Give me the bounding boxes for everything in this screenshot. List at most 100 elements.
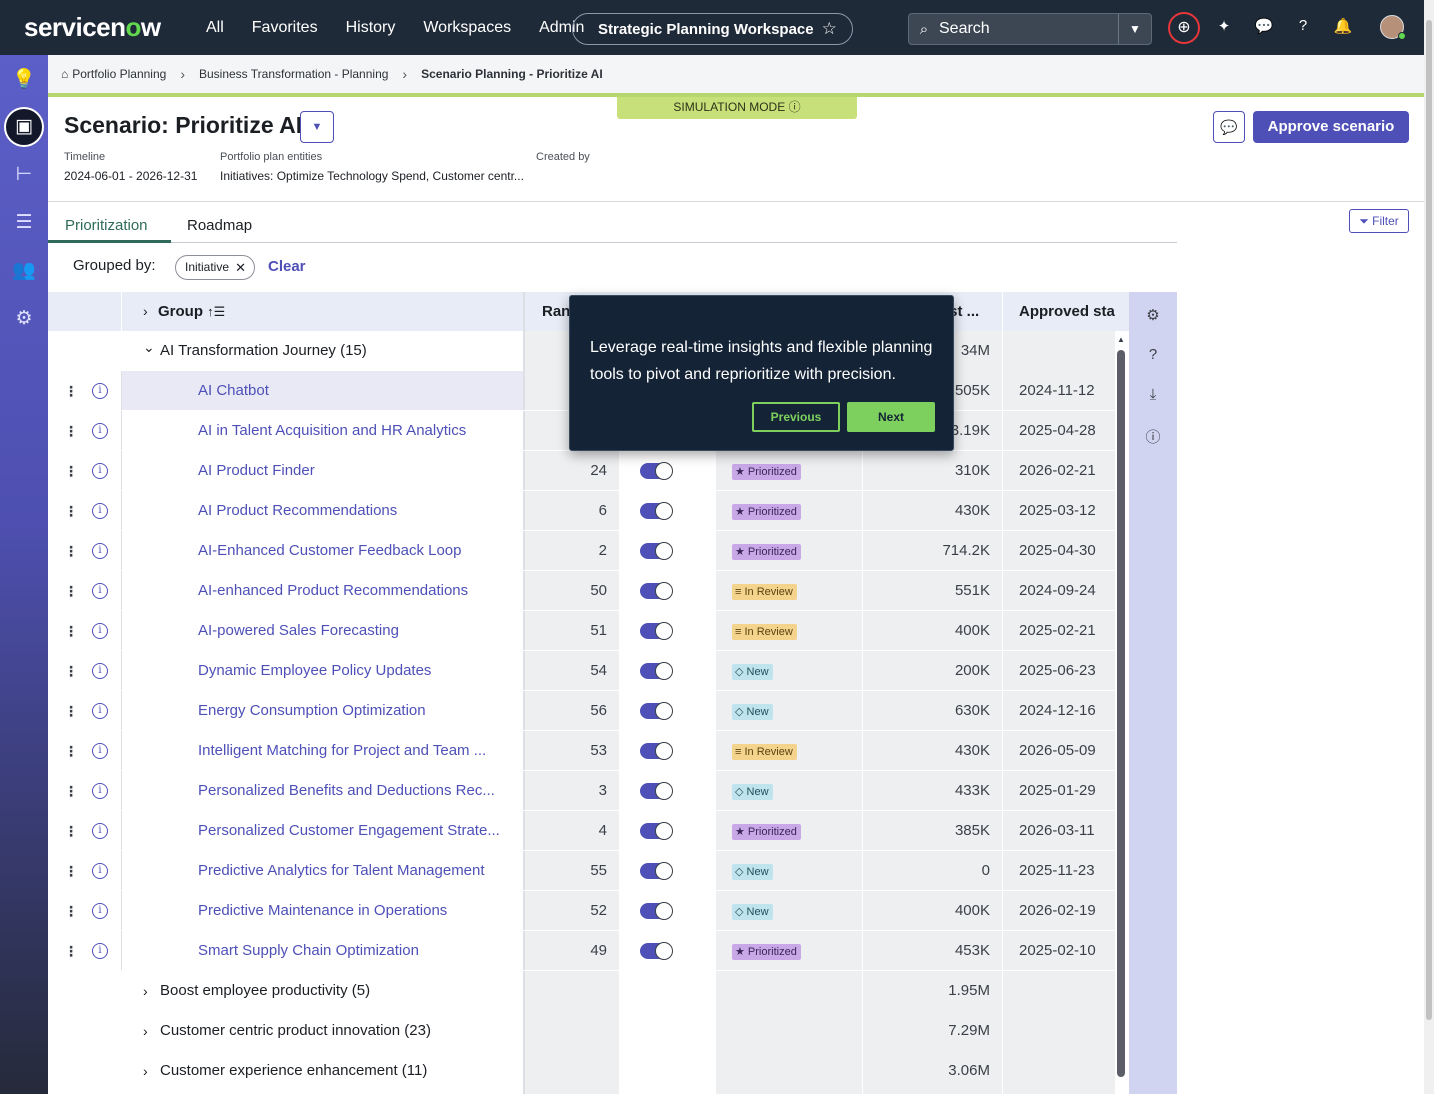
info-icon[interactable]: i [92, 783, 108, 799]
kebab-menu-icon[interactable]: ⋮ [64, 891, 78, 931]
grid-scrollbar[interactable] [1117, 350, 1125, 1077]
include-toggle[interactable] [640, 542, 673, 560]
info-icon[interactable]: ⓘ [1129, 426, 1177, 447]
include-toggle[interactable] [640, 742, 673, 760]
chevron-right-icon[interactable]: › [143, 1051, 148, 1091]
info-icon[interactable]: i [92, 423, 108, 439]
table-row[interactable]: ⋮ i Dynamic Employee Policy Updates 54 ◇ New… [48, 651, 1129, 691]
sparkle-icon[interactable]: ✦ [1213, 17, 1235, 35]
include-toggle[interactable] [640, 862, 673, 880]
kebab-menu-icon[interactable]: ⋮ [64, 571, 78, 611]
initiative-name-link[interactable]: AI-Enhanced Customer Feedback Loop [198, 531, 510, 571]
kebab-menu-icon[interactable]: ⋮ [64, 371, 78, 411]
kebab-menu-icon[interactable]: ⋮ [64, 491, 78, 531]
close-icon[interactable]: ✕ [235, 256, 246, 279]
info-icon[interactable]: i [92, 663, 108, 679]
table-row[interactable]: ⋮ i Energy Consumption Optimization 56 ◇ New… [48, 691, 1129, 731]
kebab-menu-icon[interactable]: ⋮ [64, 771, 78, 811]
table-row[interactable]: ⋮ i AI-Enhanced Customer Feedback Loop 2 ★ P… [48, 531, 1129, 571]
group-row[interactable]: › Boost employee productivity (5) 1.95M [48, 971, 1129, 1011]
info-icon[interactable]: i [92, 903, 108, 919]
initiative-name-link[interactable]: Intelligent Matching for Project and Tea… [198, 731, 510, 771]
include-toggle[interactable] [640, 622, 673, 640]
kebab-menu-icon[interactable]: ⋮ [64, 531, 78, 571]
group-row[interactable]: › Customer experience enhancement (11) 3.0… [48, 1051, 1129, 1091]
include-toggle[interactable] [640, 462, 673, 480]
column-header-approved-start[interactable]: Approved sta [1019, 292, 1115, 331]
help-icon[interactable]: ? [1292, 17, 1314, 34]
table-row[interactable]: ⋮ i Personalized Benefits and Deductions R… [48, 771, 1129, 811]
info-icon[interactable]: i [92, 543, 108, 559]
table-row[interactable]: ⋮ i AI Product Finder 24 ★ Prioritized 310K 20… [48, 451, 1129, 491]
chevron-right-icon[interactable]: › [143, 1011, 148, 1051]
group-row[interactable]: › Customer centric product innovation (23… [48, 1011, 1129, 1051]
initiative-name-link[interactable]: AI Chatbot [198, 371, 510, 411]
nav-favorites[interactable]: Favorites [252, 19, 318, 37]
search-input[interactable]: Search [939, 20, 1118, 38]
initiative-name-link[interactable]: AI Product Recommendations [198, 491, 510, 531]
star-icon[interactable]: ☆ [822, 19, 837, 39]
initiative-name-link[interactable]: Predictive Maintenance in Operations [198, 891, 510, 931]
info-icon[interactable]: i [92, 583, 108, 599]
next-button[interactable]: Next [847, 402, 935, 432]
table-row[interactable]: ⋮ i Predictive Maintenance in Operations 52… [48, 891, 1129, 931]
workspace-title-pill[interactable]: Strategic Planning Workspace ☆ [572, 13, 853, 45]
kebab-menu-icon[interactable]: ⋮ [64, 451, 78, 491]
include-toggle[interactable] [640, 822, 673, 840]
info-icon[interactable]: i [92, 383, 108, 399]
nav-history[interactable]: History [346, 19, 396, 37]
filter-button[interactable]: ⏷ Filter [1349, 209, 1409, 233]
include-toggle[interactable] [640, 942, 673, 960]
previous-button[interactable]: Previous [752, 402, 840, 432]
sort-icon[interactable]: ↑☰ [207, 304, 225, 319]
scenario-dropdown-button[interactable]: ▼ [300, 111, 334, 143]
servicenow-logo[interactable]: servicenow [24, 12, 161, 43]
info-icon[interactable]: i [92, 623, 108, 639]
include-toggle[interactable] [640, 582, 673, 600]
initiative-name-link[interactable]: AI in Talent Acquisition and HR Analytic… [198, 411, 510, 451]
breadcrumb-portfolio-planning[interactable]: Portfolio Planning [72, 67, 166, 81]
kebab-menu-icon[interactable]: ⋮ [64, 611, 78, 651]
tab-roadmap[interactable]: Roadmap [187, 217, 252, 234]
kebab-menu-icon[interactable]: ⋮ [64, 691, 78, 731]
search-dropdown-icon[interactable]: ▼ [1118, 14, 1151, 44]
table-row[interactable]: ⋮ i Intelligent Matching for Project and T… [48, 731, 1129, 771]
kebab-menu-icon[interactable]: ⋮ [64, 411, 78, 451]
comment-button[interactable]: 💬 [1213, 111, 1245, 143]
kebab-menu-icon[interactable]: ⋮ [64, 811, 78, 851]
chevron-down-icon[interactable]: ⌄ [143, 327, 155, 367]
table-row[interactable]: ⋮ i AI-powered Sales Forecasting 51 ≡ In Rev… [48, 611, 1129, 651]
simulation-mode-badge[interactable]: SIMULATION MODE ⓘ [617, 97, 857, 119]
initiative-name-link[interactable]: Dynamic Employee Policy Updates [198, 651, 510, 691]
hierarchy-icon[interactable]: ⊢ [0, 155, 48, 195]
scroll-up-icon[interactable]: ▲ [1117, 335, 1125, 344]
info-icon[interactable]: i [92, 823, 108, 839]
settings-gear-icon[interactable]: ⚙ [1129, 306, 1177, 324]
initiative-name-link[interactable]: Smart Supply Chain Optimization [198, 931, 510, 971]
briefcase-icon[interactable]: ▣ [4, 107, 44, 147]
download-icon[interactable]: ⤓ [1129, 386, 1177, 403]
list-icon[interactable]: ☰ [0, 203, 48, 243]
approve-scenario-button[interactable]: Approve scenario [1253, 111, 1409, 143]
column-header-rank[interactable]: Ran [542, 292, 570, 331]
chevron-right-icon[interactable]: › [143, 971, 148, 1011]
nav-all[interactable]: All [206, 19, 224, 37]
window-scrollbar[interactable] [1426, 20, 1432, 1020]
include-toggle[interactable] [640, 702, 673, 720]
table-row[interactable]: ⋮ i AI-enhanced Product Recommendations 50 ≡… [48, 571, 1129, 611]
user-avatar[interactable] [1380, 15, 1406, 40]
breadcrumb-business-transformation[interactable]: Business Transformation - Planning [199, 67, 388, 81]
help-icon[interactable]: ? [1129, 346, 1177, 363]
table-row[interactable]: ⋮ i Personalized Customer Engagement Strat… [48, 811, 1129, 851]
nav-workspaces[interactable]: Workspaces [423, 19, 511, 37]
info-icon[interactable]: i [92, 943, 108, 959]
initiative-name-link[interactable]: Personalized Customer Engagement Strate.… [198, 811, 510, 851]
initiative-name-link[interactable]: Predictive Analytics for Talent Manageme… [198, 851, 510, 891]
clear-grouping-link[interactable]: Clear [268, 258, 306, 275]
kebab-menu-icon[interactable]: ⋮ [64, 931, 78, 971]
chat-icon[interactable]: 💬 [1253, 17, 1275, 35]
notification-bell-icon[interactable]: 🔔 [1332, 17, 1354, 35]
kebab-menu-icon[interactable]: ⋮ [64, 851, 78, 891]
expand-all-chevron-icon[interactable]: › [143, 292, 148, 331]
initiative-name-link[interactable]: Energy Consumption Optimization [198, 691, 510, 731]
